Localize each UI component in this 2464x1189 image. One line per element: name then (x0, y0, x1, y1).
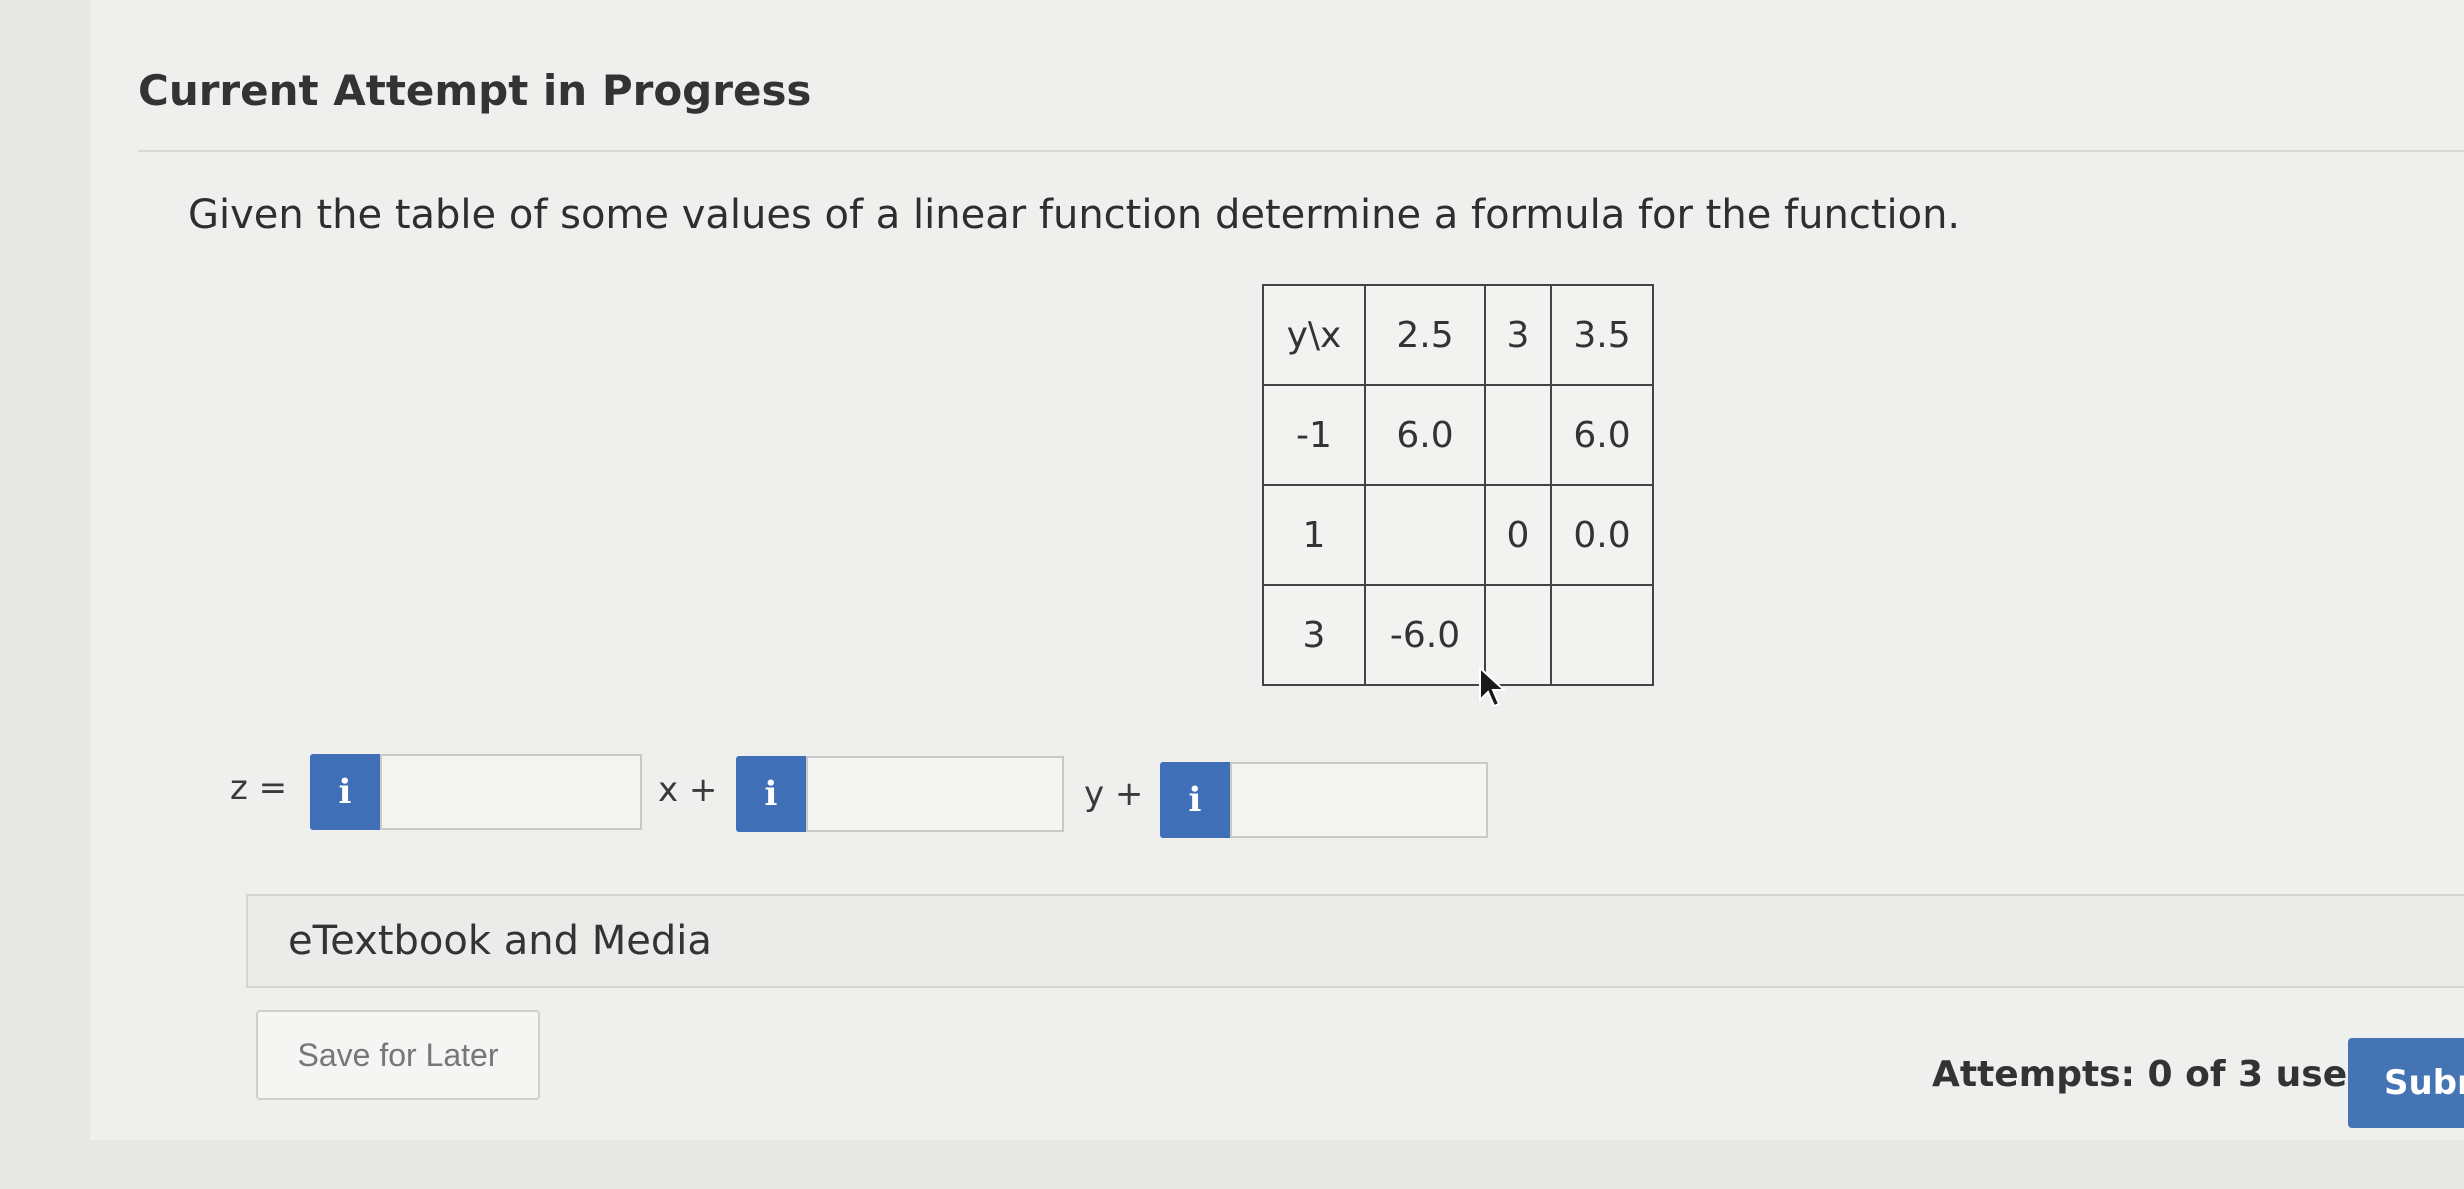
x-plus-label: x + (658, 770, 718, 810)
table-cell: 0 (1484, 484, 1552, 586)
etextbook-media-section[interactable]: eTextbook and Media (246, 894, 2464, 988)
table-cell (1484, 384, 1552, 486)
x-coefficient-input[interactable] (380, 754, 642, 830)
table-header-cell: 2.5 (1364, 284, 1486, 386)
z-equals-label: z = (230, 768, 288, 808)
info-icon[interactable]: i (310, 754, 380, 830)
submit-button[interactable]: Subm (2348, 1038, 2464, 1128)
table-row: y\x 2.5 3 3.5 (1262, 284, 1654, 386)
page-title: Current Attempt in Progress (138, 66, 812, 115)
table-cell (1364, 484, 1486, 586)
table-cell: -6.0 (1364, 584, 1486, 686)
table-cell: -1 (1262, 384, 1366, 486)
save-for-later-button[interactable]: Save for Later (256, 1010, 540, 1100)
question-text: Given the table of some values of a line… (188, 192, 1961, 238)
table-cell: 6.0 (1550, 384, 1654, 486)
table-header-cell: 3 (1484, 284, 1552, 386)
info-icon[interactable]: i (1160, 762, 1230, 838)
table-row: 3 -6.0 (1262, 584, 1654, 686)
table-cell: 6.0 (1364, 384, 1486, 486)
table-row: -1 6.0 6.0 (1262, 384, 1654, 486)
table-cell (1550, 584, 1654, 686)
table-cell: 0.0 (1550, 484, 1654, 586)
table-header-cell: 3.5 (1550, 284, 1654, 386)
table-header-cell: y\x (1262, 284, 1366, 386)
table-row: 1 0 0.0 (1262, 484, 1654, 586)
attempts-counter: Attempts: 0 of 3 used (1932, 1054, 2373, 1095)
table-cell: 1 (1262, 484, 1366, 586)
values-table: y\x 2.5 3 3.5 -1 6.0 6.0 1 0 0.0 3 -6.0 (1262, 284, 1654, 686)
constant-input[interactable] (1230, 762, 1488, 838)
mouse-pointer-icon (1479, 666, 1507, 708)
divider (138, 150, 2464, 152)
y-plus-label: y + (1084, 774, 1144, 814)
y-coefficient-input[interactable] (806, 756, 1064, 832)
table-cell: 3 (1262, 584, 1366, 686)
info-icon[interactable]: i (736, 756, 806, 832)
etextbook-media-label: eTextbook and Media (288, 918, 712, 964)
